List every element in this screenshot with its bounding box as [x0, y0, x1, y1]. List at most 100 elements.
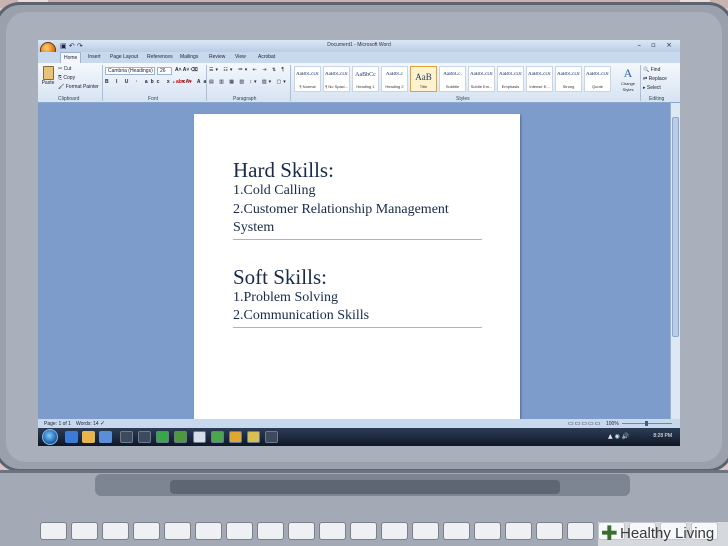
- grow-font-icon[interactable]: A˄ A˅ ⌫: [175, 67, 198, 73]
- style-item[interactable]: AaBbCcDc Intense E...: [526, 66, 553, 92]
- find-button[interactable]: 🔍 Find: [643, 67, 660, 73]
- window-title: Document1 - Microsoft Word: [327, 42, 391, 48]
- paragraph-group-label: Paragraph: [233, 96, 257, 102]
- tab-home[interactable]: Home: [60, 52, 82, 63]
- ribbon-tabs: Home Insert Page Layout References Maili…: [38, 52, 680, 63]
- clock[interactable]: 8:28 PM: [653, 433, 672, 439]
- document-page[interactable]: Hard Skills: 1.Cold Calling 2.Customer R…: [194, 114, 520, 419]
- replace-button[interactable]: ⇄ Replace: [643, 76, 667, 82]
- proofing-icon[interactable]: ✓: [100, 420, 105, 427]
- tab-review[interactable]: Review: [209, 54, 225, 60]
- style-name: Strong: [562, 84, 575, 89]
- change-styles-button[interactable]: A Change Styles: [616, 66, 640, 94]
- font-name-box[interactable]: Cambria (Headings): [105, 67, 155, 75]
- taskbar-app-icon[interactable]: [156, 431, 169, 443]
- style-item[interactable]: AaB Title: [410, 66, 437, 92]
- soft-skill-item: 1.Problem Solving: [233, 290, 339, 305]
- scroll-thumb[interactable]: [672, 117, 679, 337]
- window-controls[interactable]: – ▫ ×: [637, 41, 676, 49]
- hard-skill-item: System: [233, 220, 275, 235]
- start-button[interactable]: [42, 429, 58, 445]
- page-count[interactable]: Page: 1 of 1: [44, 421, 71, 427]
- style-preview: AaBbCc: [385, 72, 404, 77]
- style-preview: AaBbCc.: [443, 72, 462, 77]
- heading-hard-skills: Hard Skills:: [233, 158, 334, 182]
- ribbon: Paste ✂ Cut ⎘ Copy 🖌 Format Painter Clip…: [38, 63, 680, 103]
- font-format-icons[interactable]: B I U · abc x₂ x² Aa: [105, 79, 209, 85]
- taskbar-app-icon[interactable]: [265, 431, 278, 443]
- style-item[interactable]: AaBbCcDc Subtle Em...: [468, 66, 495, 92]
- taskbar-app-icon[interactable]: [138, 431, 151, 443]
- vertical-scrollbar[interactable]: [670, 103, 680, 419]
- screen: Document1 - Microsoft Word – ▫ × ▣ ↶ ↷ H…: [38, 40, 680, 446]
- keyboard-key: [412, 522, 439, 540]
- select-label: Select: [646, 85, 661, 91]
- zoom-level[interactable]: 100%: [606, 421, 619, 427]
- style-name: ¶ Normal: [299, 84, 316, 89]
- font-color-icon[interactable]: ab▾ A▾: [176, 79, 192, 85]
- select-button[interactable]: ▸ Select: [643, 85, 661, 91]
- keyboard-key: [133, 522, 160, 540]
- keyboard-key: [474, 522, 501, 540]
- view-buttons[interactable]: ▭▭▭▭▭: [568, 420, 601, 427]
- style-item[interactable]: AaBbCc Heading 1: [352, 66, 379, 92]
- tab-view[interactable]: View: [235, 54, 246, 60]
- zoom-slider-thumb[interactable]: [645, 421, 648, 426]
- format-painter-button[interactable]: 🖌 Format Painter: [58, 84, 99, 90]
- hard-skill-item: 1.Cold Calling: [233, 183, 316, 198]
- taskbar-app-icon[interactable]: [211, 431, 224, 443]
- style-item[interactable]: AaBbCc Heading 2: [381, 66, 408, 92]
- tab-insert[interactable]: Insert: [88, 54, 101, 60]
- style-preview: AaBbCcDc: [469, 72, 494, 77]
- taskbar-app-icon[interactable]: [120, 431, 133, 443]
- style-item[interactable]: AaBbCc. Subtitle: [439, 66, 466, 92]
- font-size-box[interactable]: 26: [157, 67, 172, 75]
- soft-skill-item: 2.Communication Skills: [233, 308, 370, 323]
- keyboard-key: [257, 522, 284, 540]
- style-name: Emphasis: [501, 84, 520, 89]
- title-bar: Document1 - Microsoft Word – ▫ ×: [38, 40, 680, 52]
- style-name: Subtle Em...: [470, 84, 493, 89]
- style-preview: AaBbCc: [355, 72, 376, 78]
- folder-icon[interactable]: [82, 431, 95, 443]
- cut-button[interactable]: ✂ Cut: [58, 66, 71, 72]
- taskbar-app-icon[interactable]: [229, 431, 242, 443]
- style-item[interactable]: AaBbCcDc Quote: [584, 66, 611, 92]
- tab-mailings[interactable]: Mailings: [180, 54, 198, 60]
- tab-acrobat[interactable]: Acrobat: [258, 54, 275, 60]
- tab-references[interactable]: References: [147, 54, 173, 60]
- style-name: Heading 2: [385, 84, 404, 89]
- paste-label: Paste: [41, 80, 55, 86]
- align-icons[interactable]: ▤ ▥ ▦ ▧ ↕▾ ▨▾ ▢▾: [209, 79, 288, 85]
- copy-button[interactable]: ⎘ Copy: [58, 75, 75, 81]
- section-divider: [233, 327, 482, 328]
- media-icon[interactable]: [99, 431, 112, 443]
- taskbar-app-icon[interactable]: [193, 431, 206, 443]
- style-item[interactable]: AaBbCcDc ¶ Normal: [294, 66, 321, 92]
- paste-button[interactable]: Paste: [41, 66, 55, 92]
- style-name: Subtitle: [445, 84, 460, 89]
- style-preview: AaBbCcDc: [295, 72, 320, 77]
- tray-icons[interactable]: ▲ ◉ 🔊: [608, 433, 629, 440]
- clipboard-group-label: Clipboard: [58, 96, 80, 102]
- ie-icon[interactable]: [65, 431, 78, 443]
- zoom-slider[interactable]: [622, 421, 672, 426]
- tab-page-layout[interactable]: Page Layout: [110, 54, 138, 60]
- replace-label: Replace: [648, 76, 667, 82]
- word-count[interactable]: Words: 14: [76, 421, 99, 427]
- quick-access-toolbar[interactable]: ▣ ↶ ↷: [60, 42, 83, 50]
- taskbar-app-icon[interactable]: [174, 431, 187, 443]
- style-item[interactable]: AaBbCcDc Strong: [555, 66, 582, 92]
- style-item[interactable]: AaBbCcDc ¶ No Spaci...: [323, 66, 350, 92]
- group-separator: [206, 65, 207, 101]
- watermark: ✚ Healthy Living: [598, 522, 728, 546]
- scene: Document1 - Microsoft Word – ▫ × ▣ ↶ ↷ H…: [0, 0, 728, 546]
- keyboard-key: [505, 522, 532, 540]
- taskbar-app-icon[interactable]: [247, 431, 260, 443]
- list-icons[interactable]: ☰▾ ☷▾ ≔▾ ⇤ ⇥ ⇅ ¶: [209, 67, 286, 73]
- change-styles-label: Change Styles: [620, 81, 635, 92]
- cut-label: Cut: [63, 66, 72, 72]
- style-preview: AaBbCcDc: [324, 72, 349, 77]
- style-item[interactable]: AaBbCcDc Emphasis: [497, 66, 524, 92]
- keyboard-key: [288, 522, 315, 540]
